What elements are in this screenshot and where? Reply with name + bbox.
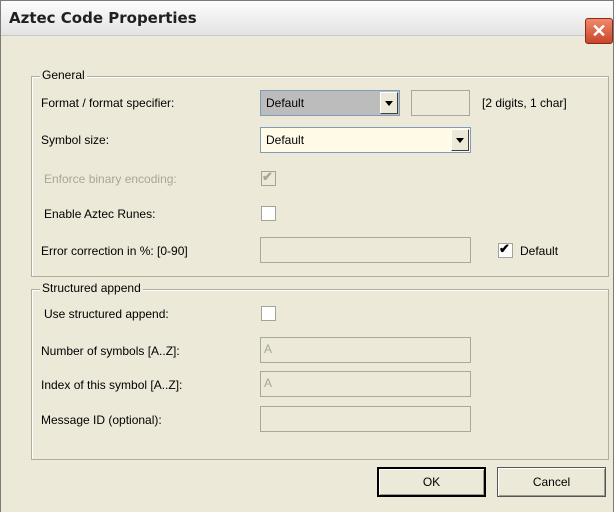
- error-correction-field[interactable]: [260, 237, 471, 263]
- error-correction-label: Error correction in %: [0-90]: [41, 244, 188, 258]
- checkmark-icon: ✔: [499, 241, 510, 256]
- structured-append-group-label: Structured append: [40, 281, 143, 295]
- aztec-properties-dialog: Aztec Code Properties ✕ General Format /…: [0, 0, 614, 512]
- message-id-field[interactable]: [260, 406, 471, 432]
- default-checkbox[interactable]: ✔: [498, 241, 513, 258]
- symbol-size-select-value: Default: [266, 133, 305, 147]
- message-id-label: Message ID (optional):: [41, 413, 162, 427]
- checkmark-icon: ✔: [262, 169, 273, 184]
- default-checkbox-label: Default: [520, 244, 559, 258]
- close-icon: ✕: [591, 21, 607, 41]
- use-structured-checkbox[interactable]: [261, 306, 276, 321]
- num-symbols-label: Number of symbols [A..Z]:: [41, 344, 180, 358]
- ok-button[interactable]: OK: [377, 467, 486, 497]
- enable-runes-checkbox[interactable]: [261, 206, 276, 221]
- title-bar: Aztec Code Properties: [1, 1, 613, 36]
- symbol-size-select[interactable]: Default: [260, 127, 471, 153]
- format-hint: [2 digits, 1 char]: [482, 96, 567, 110]
- enforce-binary-label: Enforce binary encoding:: [44, 172, 177, 186]
- enable-runes-label: Enable Aztec Runes:: [44, 207, 156, 221]
- enforce-binary-checkbox[interactable]: ✔: [261, 169, 276, 186]
- format-label: Format / format specifier:: [41, 96, 175, 110]
- num-symbols-field[interactable]: A: [260, 337, 471, 363]
- index-label: Index of this symbol [A..Z]:: [41, 378, 183, 392]
- symbol-size-label: Symbol size:: [41, 133, 110, 147]
- cancel-button[interactable]: Cancel: [497, 467, 606, 497]
- format-select[interactable]: Default: [260, 90, 400, 116]
- format-select-value: Default: [266, 96, 305, 110]
- chevron-down-icon[interactable]: [380, 92, 398, 114]
- use-structured-label: Use structured append:: [44, 307, 169, 321]
- general-group-label: General: [40, 68, 87, 82]
- chevron-down-icon[interactable]: [451, 129, 469, 151]
- format-specifier-field[interactable]: [411, 90, 470, 116]
- dialog-title: Aztec Code Properties: [9, 9, 197, 27]
- index-field[interactable]: A: [260, 371, 471, 397]
- close-button[interactable]: ✕: [585, 18, 613, 44]
